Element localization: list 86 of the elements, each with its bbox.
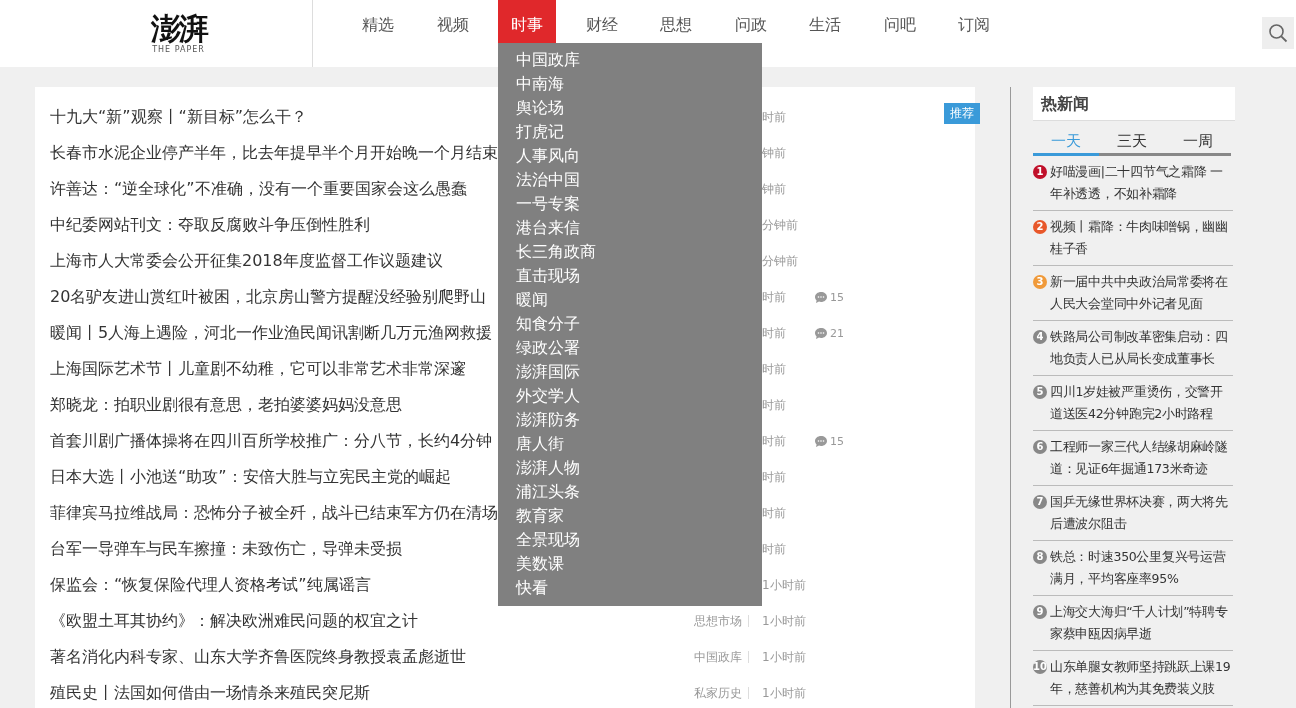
news-time: 时前 <box>761 360 787 378</box>
menu-item[interactable]: 中南海 <box>516 72 762 96</box>
hot-news-link[interactable]: 工程师一家三代人结缘胡麻岭隧道：见证6年掘通173米奇迹 <box>1050 436 1233 480</box>
period-tab[interactable]: 三天 <box>1099 129 1165 153</box>
comment-count: 21 <box>830 326 844 340</box>
news-time: 时前 <box>761 540 787 558</box>
logo-text[interactable]: 澎湃 <box>150 13 207 45</box>
news-time: 分钟前 <box>761 216 799 234</box>
nav-tab[interactable]: 精选 <box>349 0 407 43</box>
news-time: 时前 <box>761 108 787 126</box>
news-time: 钟前 <box>761 180 787 198</box>
hot-news-link[interactable]: 新一届中共中央政治局常委将在人民大会堂同中外记者见面 <box>1050 271 1233 315</box>
news-time: 1小时前 <box>761 648 807 666</box>
hot-news-link[interactable]: 上海交大海归“千人计划”特聘专家蔡申瓯因病早逝 <box>1050 601 1233 645</box>
menu-item[interactable]: 教育家 <box>516 504 762 528</box>
news-time: 时前 <box>761 468 787 486</box>
menu-item[interactable]: 暖闻 <box>516 288 762 312</box>
nav-tab[interactable]: 问政 <box>721 0 780 43</box>
menu-item[interactable]: 澎湃防务 <box>516 408 762 432</box>
rank-badge: 3 <box>1033 275 1047 289</box>
hot-news-link[interactable]: 四川1岁娃被严重烫伤，交警开道送医42分钟跑完2小时路程 <box>1050 381 1233 425</box>
rank-badge: 5 <box>1033 385 1047 399</box>
nav-tab[interactable]: 思想 <box>647 0 705 43</box>
menu-item[interactable]: 长三角政商 <box>516 240 762 264</box>
rank-badge: 4 <box>1033 330 1047 344</box>
comment-icon <box>814 290 828 304</box>
news-time: 时前 <box>761 504 787 522</box>
menu-item[interactable]: 一号专案 <box>516 192 762 216</box>
news-time: 时前 <box>761 288 787 306</box>
menu-item[interactable]: 快看 <box>516 576 762 600</box>
news-time: 时前 <box>761 396 787 414</box>
hot-news-heading: 热新闻 <box>1033 87 1235 121</box>
rank-badge: 7 <box>1033 495 1047 509</box>
menu-item[interactable]: 美数课 <box>516 552 762 576</box>
news-time: 分钟前 <box>761 252 799 270</box>
menu-item[interactable]: 浦江头条 <box>516 480 762 504</box>
menu-item[interactable]: 知食分子 <box>516 312 762 336</box>
news-time: 时前 <box>761 324 787 342</box>
news-title[interactable]: 《欧盟土耳其协约》：解决欧洲难民问题的权宜之计 <box>50 610 630 632</box>
rank-badge: 6 <box>1033 440 1047 454</box>
comment-icon <box>814 434 828 448</box>
comment-count: 15 <box>830 434 844 448</box>
hot-news-link[interactable]: 山东单腿女教师坚持跳跃上课19年，慈善机构为其免费装义肢 <box>1050 656 1233 700</box>
menu-item[interactable]: 澎湃人物 <box>516 456 762 480</box>
news-time: 时前 <box>761 432 787 450</box>
period-tab[interactable]: 一周 <box>1165 129 1231 153</box>
menu-item[interactable]: 绿政公署 <box>516 336 762 360</box>
nav-tab[interactable]: 时事 <box>498 0 556 43</box>
news-time: 1小时前 <box>761 576 807 594</box>
hot-news-link[interactable]: 视频丨霜降：牛肉味噌锅，幽幽桂子香 <box>1050 216 1233 260</box>
menu-item[interactable]: 港台来信 <box>516 216 762 240</box>
rank-badge: 9 <box>1033 605 1047 619</box>
news-time: 1小时前 <box>761 612 807 630</box>
hot-news-link[interactable]: 国乒无缘世界杯决赛，两大将先后遭波尔阻击 <box>1050 491 1233 535</box>
recommend-tag: 推荐 <box>944 103 980 124</box>
menu-item[interactable]: 外交学人 <box>516 384 762 408</box>
menu-item[interactable]: 全景现场 <box>516 528 762 552</box>
menu-item[interactable]: 舆论场 <box>516 96 762 120</box>
menu-item[interactable]: 唐人街 <box>516 432 762 456</box>
menu-item[interactable]: 中国政库 <box>516 48 762 72</box>
hot-news-link[interactable]: 铁路局公司制改革密集启动：四地负责人已从局长变成董事长 <box>1050 326 1233 370</box>
news-title[interactable]: 殖民史丨法国如何借由一场情杀来殖民突尼斯 <box>50 682 630 704</box>
news-time: 1小时前 <box>761 684 807 702</box>
nav-tab[interactable]: 问吧 <box>870 0 929 43</box>
hot-news-link[interactable]: 铁总：时速350公里复兴号运营满月，平均客座率95% <box>1050 546 1233 590</box>
comment-icon <box>814 326 828 340</box>
nav-tab[interactable]: 生活 <box>796 0 854 43</box>
menu-item[interactable]: 直击现场 <box>516 264 762 288</box>
rank-badge: 2 <box>1033 220 1047 234</box>
nav-tab[interactable]: 视频 <box>423 0 482 43</box>
rank-badge: 10 <box>1033 660 1047 674</box>
menu-item[interactable]: 人事风向 <box>516 144 762 168</box>
hot-news-link[interactable]: 好喵漫画|二十四节气之霜降 一年补透透，不如补霜降 <box>1050 161 1233 205</box>
comment-count: 15 <box>830 290 844 304</box>
search-button[interactable] <box>1262 17 1294 49</box>
rank-badge: 8 <box>1033 550 1047 564</box>
menu-item[interactable]: 打虎记 <box>516 120 762 144</box>
logo-tagline: THE PAPER <box>152 45 205 54</box>
nav-tab[interactable]: 订阅 <box>945 0 1003 43</box>
news-time: 钟前 <box>761 144 787 162</box>
menu-item[interactable]: 法治中国 <box>516 168 762 192</box>
rank-badge: 1 <box>1033 165 1047 179</box>
news-title[interactable]: 著名消化内科专家、山东大学齐鲁医院终身教授袁孟彪逝世 <box>50 646 630 668</box>
menu-item[interactable]: 澎湃国际 <box>516 360 762 384</box>
nav-tab[interactable]: 财经 <box>572 0 631 43</box>
search-icon <box>1268 23 1288 43</box>
